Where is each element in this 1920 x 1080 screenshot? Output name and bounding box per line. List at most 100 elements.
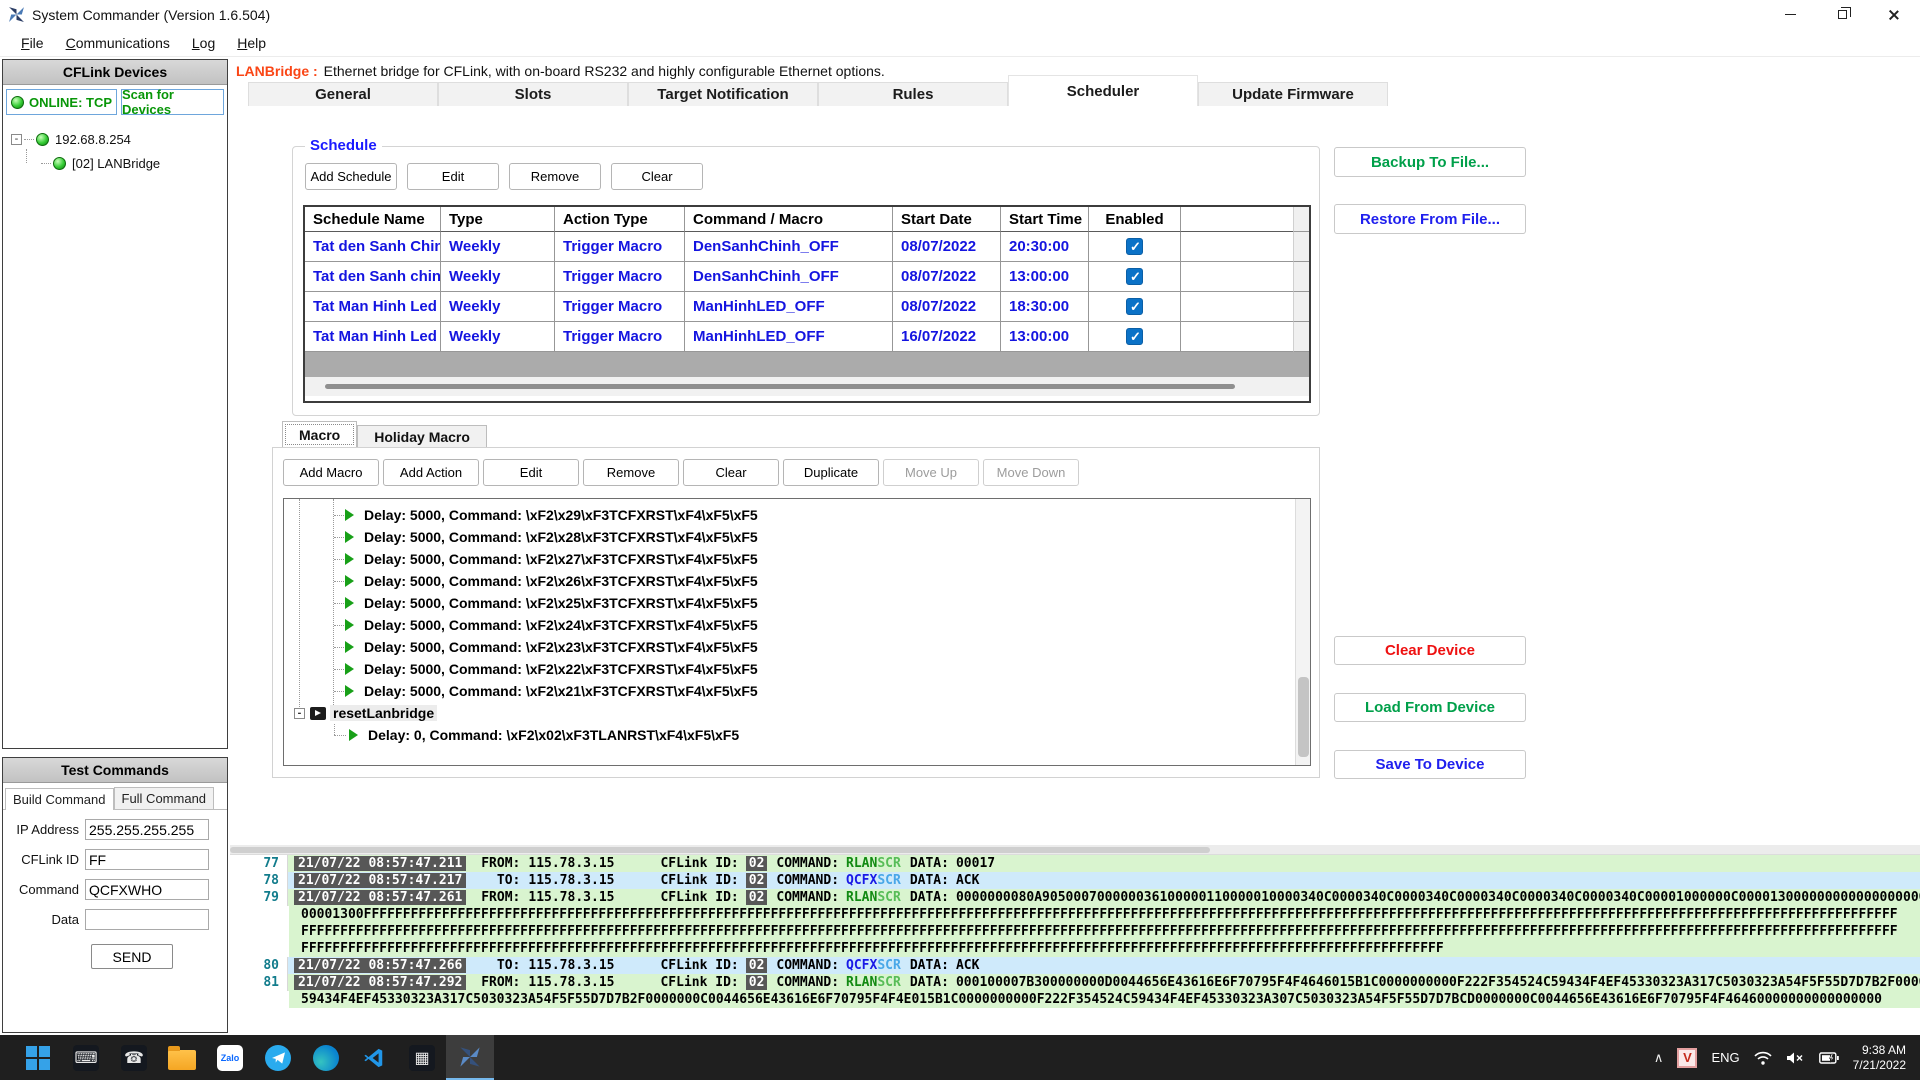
macro-button[interactable]: Edit — [483, 459, 579, 486]
menu-item[interactable]: Communications — [55, 32, 181, 54]
col-action-type[interactable]: Action Type — [555, 207, 685, 232]
scrollbar-thumb[interactable] — [325, 384, 1235, 389]
macro-action-item[interactable]: Delay: 5000, Command: \xF2\x27\xF3TCFXRS… — [284, 548, 1295, 570]
schedule-row[interactable]: Tat Man Hinh Led ... Weekly Trigger Macr… — [305, 292, 1309, 322]
device-tree-root[interactable]: - 192.68.8.254 — [11, 127, 223, 151]
language-indicator[interactable]: ENG — [1711, 1050, 1739, 1065]
macro-button[interactable]: Move Up — [883, 459, 979, 486]
macro-action-item[interactable]: Delay: 0, Command: \xF2\x02\xF3TLANRST\x… — [284, 724, 1295, 746]
main-tab[interactable]: ✓ Update Firmware — [1198, 82, 1388, 106]
restore-from-file-button[interactable]: Restore From File... — [1334, 204, 1526, 234]
macro-button[interactable]: Add Action — [383, 459, 479, 486]
taskbar-icon-system-commander[interactable] — [446, 1035, 494, 1080]
log-horizontal-scrollbar[interactable] — [230, 845, 1920, 855]
clear-device-button[interactable]: Clear Device — [1334, 636, 1526, 665]
schedule-button[interactable]: Edit — [407, 163, 499, 190]
col-enabled[interactable]: Enabled — [1089, 207, 1181, 232]
enabled-checkbox[interactable] — [1126, 298, 1143, 315]
macro-tab[interactable]: Holiday Macro — [357, 425, 487, 448]
taskbar-icon-dark-app[interactable]: ▦ — [398, 1035, 446, 1080]
table-horizontal-scrollbar[interactable] — [305, 377, 1309, 396]
main-tab[interactable]: ✓ Rules — [818, 82, 1008, 106]
macro-action-item[interactable]: Delay: 5000, Command: \xF2\x22\xF3TCFXRS… — [284, 658, 1295, 680]
volume-muted-icon[interactable] — [1786, 1051, 1805, 1065]
col-start-time[interactable]: Start Time — [1001, 207, 1089, 232]
schedule-row[interactable]: Tat Man Hinh Led T7 Weekly Trigger Macro… — [305, 322, 1309, 352]
log-row[interactable]: 79 21/07/22 08:57:47.261 FROM: 115.78.3.… — [230, 889, 1920, 906]
main-tab[interactable]: ✓ General — [248, 82, 438, 106]
restore-button[interactable] — [1816, 0, 1868, 29]
field-input[interactable]: 255.255.255.255 — [85, 819, 209, 840]
enabled-checkbox[interactable] — [1126, 328, 1143, 345]
scrollbar-thumb[interactable] — [1298, 677, 1309, 757]
test-commands-tab[interactable]: Build Command — [5, 788, 114, 810]
taskbar-icon-typewriter-app[interactable]: ⌨ — [62, 1035, 110, 1080]
save-to-device-button[interactable]: Save To Device — [1334, 750, 1526, 779]
tray-chevron-icon[interactable]: ∧ — [1654, 1050, 1664, 1066]
menu-item[interactable]: File — [10, 32, 55, 54]
wifi-icon[interactable] — [1754, 1051, 1772, 1065]
taskbar-icon-file-explorer[interactable] — [158, 1035, 206, 1080]
col-command-macro[interactable]: Command / Macro — [685, 207, 893, 232]
clock[interactable]: 9:38 AM 7/21/2022 — [1853, 1043, 1906, 1073]
schedule-button[interactable]: Clear — [611, 163, 703, 190]
enabled-checkbox[interactable] — [1126, 238, 1143, 255]
log-row[interactable]: 80 21/07/22 08:57:47.266 TO: 115.78.3.15… — [230, 957, 1920, 974]
macro-tree-scrollbar[interactable] — [1295, 499, 1310, 765]
col-start-date[interactable]: Start Date — [893, 207, 1001, 232]
macro-button[interactable]: Clear — [683, 459, 779, 486]
macro-button[interactable]: Move Down — [983, 459, 1079, 486]
main-tab[interactable]: ✓ Target Notification — [628, 82, 818, 106]
enabled-checkbox[interactable] — [1126, 268, 1143, 285]
macro-action-item[interactable]: Delay: 5000, Command: \xF2\x29\xF3TCFXRS… — [284, 504, 1295, 526]
backup-to-file-button[interactable]: Backup To File... — [1334, 147, 1526, 177]
test-commands-tab[interactable]: Full Command — [114, 787, 215, 809]
battery-icon[interactable] — [1819, 1052, 1839, 1064]
macro-action-item[interactable]: Delay: 5000, Command: \xF2\x21\xF3TCFXRS… — [284, 680, 1295, 702]
device-tree-child[interactable]: [02] LANBridge — [11, 151, 223, 175]
macro-button[interactable]: Duplicate — [783, 459, 879, 486]
taskbar-icon-vscode[interactable] — [350, 1035, 398, 1080]
collapse-icon[interactable]: - — [11, 134, 22, 145]
col-schedule-name[interactable]: Schedule Name — [305, 207, 441, 232]
close-button[interactable] — [1868, 0, 1920, 29]
log-row[interactable]: 81 21/07/22 08:57:47.292 FROM: 115.78.3.… — [230, 974, 1920, 991]
schedule-button[interactable]: Add Schedule — [305, 163, 397, 190]
taskbar-icon-edge[interactable] — [302, 1035, 350, 1080]
online-status[interactable]: ONLINE: TCP — [6, 89, 117, 115]
field-input[interactable]: FF — [85, 849, 209, 870]
log-row[interactable]: 78 21/07/22 08:57:47.217 TO: 115.78.3.15… — [230, 872, 1920, 889]
macro-action-item[interactable]: Delay: 5000, Command: \xF2\x25\xF3TCFXRS… — [284, 592, 1295, 614]
log-row[interactable]: 77 21/07/22 08:57:47.211 FROM: 115.78.3.… — [230, 855, 1920, 872]
load-from-device-button[interactable]: Load From Device — [1334, 693, 1526, 722]
scrollbar-thumb[interactable] — [230, 847, 1210, 853]
col-type[interactable]: Type — [441, 207, 555, 232]
schedule-button[interactable]: Remove — [509, 163, 601, 190]
macro-action-item[interactable]: Delay: 5000, Command: \xF2\x24\xF3TCFXRS… — [284, 614, 1295, 636]
collapse-icon[interactable]: - — [294, 708, 305, 719]
macro-action-item[interactable]: Delay: 5000, Command: \xF2\x23\xF3TCFXRS… — [284, 636, 1295, 658]
macro-button[interactable]: Remove — [583, 459, 679, 486]
main-tab[interactable]: ✓ Scheduler — [1008, 75, 1198, 106]
send-button[interactable]: SEND — [91, 944, 173, 969]
table-vertical-scrollbar[interactable] — [1293, 207, 1309, 232]
field-input[interactable] — [85, 909, 209, 930]
start-button[interactable] — [14, 1035, 62, 1080]
menu-item[interactable]: Help — [226, 32, 277, 54]
menu-item[interactable]: Log — [181, 32, 226, 54]
macro-action-item[interactable]: Delay: 5000, Command: \xF2\x28\xF3TCFXRS… — [284, 526, 1295, 548]
taskbar-icon-phone-app[interactable]: ☎ — [110, 1035, 158, 1080]
field-input[interactable]: QCFXWHO — [85, 879, 209, 900]
scan-for-devices-button[interactable]: Scan for Devices — [121, 89, 224, 115]
tray-v-app-icon[interactable]: V — [1677, 1048, 1697, 1068]
macro-action-item[interactable]: Delay: 5000, Command: \xF2\x26\xF3TCFXRS… — [284, 570, 1295, 592]
macro-button[interactable]: Add Macro — [283, 459, 379, 486]
main-tab[interactable]: ✓ Slots — [438, 82, 628, 106]
macro-tab[interactable]: Macro — [282, 421, 357, 448]
macro-group-node[interactable]: - resetLanbridge — [284, 702, 1295, 724]
schedule-row[interactable]: Tat den Sanh Chin... Weekly Trigger Macr… — [305, 232, 1309, 262]
taskbar-icon-zalo[interactable]: Zalo — [206, 1035, 254, 1080]
schedule-row[interactable]: Tat den Sanh chin... Weekly Trigger Macr… — [305, 262, 1309, 292]
minimize-button[interactable] — [1764, 0, 1816, 29]
taskbar-icon-telegram[interactable] — [254, 1035, 302, 1080]
